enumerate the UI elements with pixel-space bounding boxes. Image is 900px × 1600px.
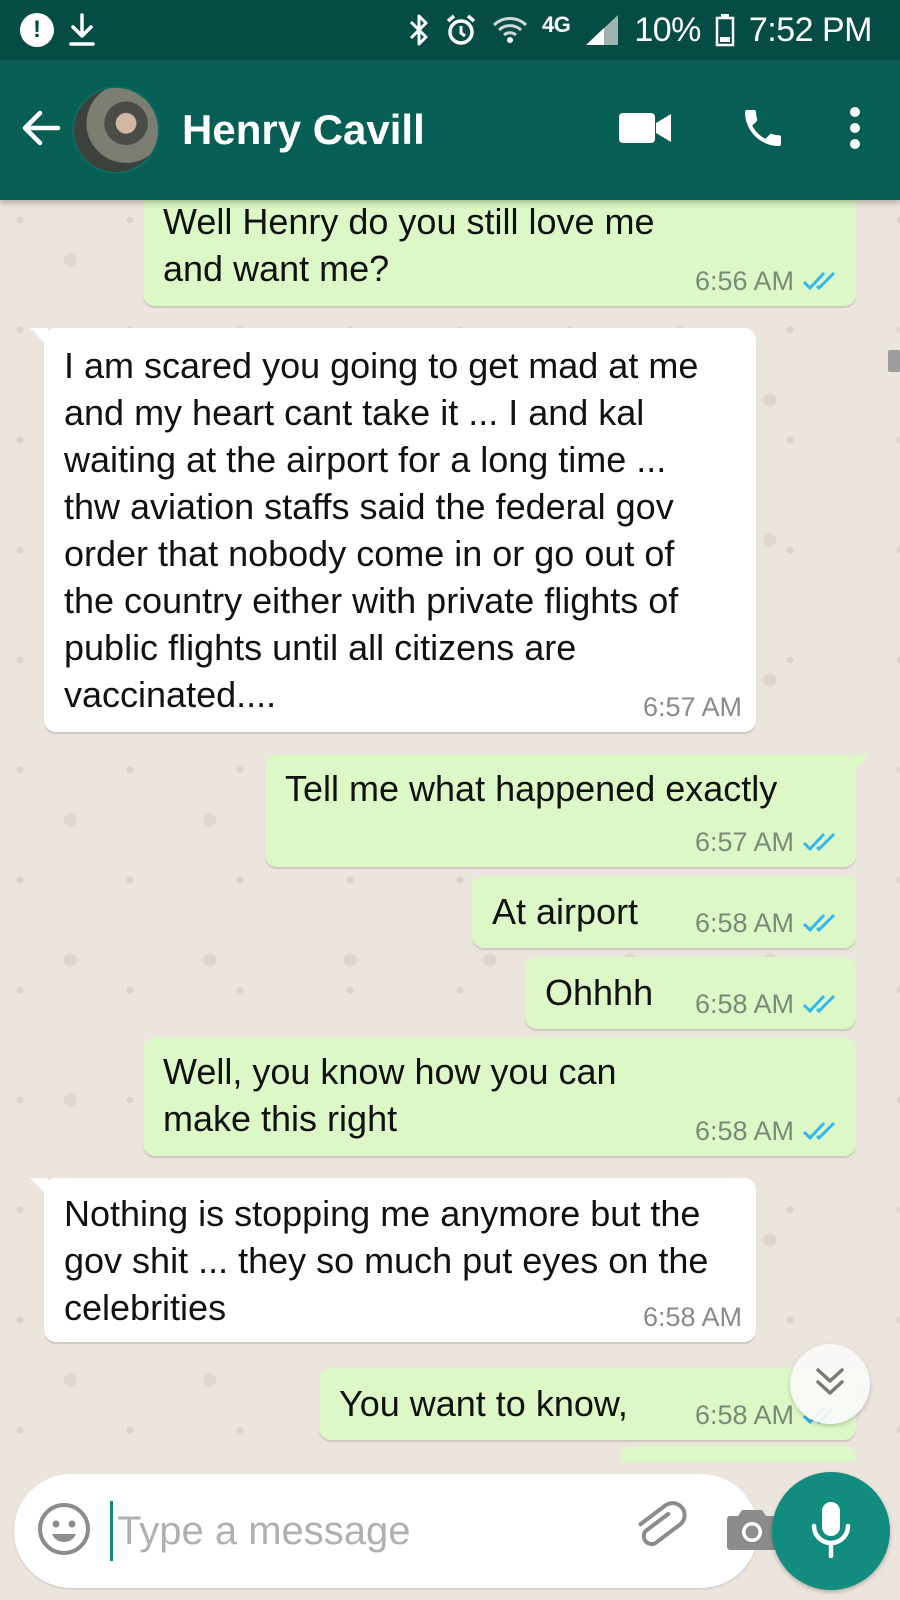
message-meta: 6:58 AM [643,1302,742,1332]
battery-percent: 10% [634,10,701,49]
scrollbar[interactable] [888,350,900,372]
bluetooth-icon [408,13,430,47]
back-arrow-icon [20,107,62,154]
message-time: 6:57 AM [694,827,794,857]
message-outgoing[interactable]: Well Henry do you still love me and want… [143,200,856,306]
message-meta: 6:58 AM [695,989,842,1019]
alarm-icon [444,13,478,47]
read-receipt-icon [802,269,842,293]
emoji-button[interactable] [36,1496,92,1566]
emoji-icon [36,1501,92,1562]
bubble-tail [852,755,870,773]
voice-call-button[interactable] [718,60,808,200]
message-incoming[interactable]: I am scared you going to get mad at me a… [30,328,756,732]
more-vert-icon [848,106,862,155]
battery-icon [715,13,735,47]
message-time: 6:58 AM [694,989,794,1019]
message-time: 6:58 AM [642,1302,742,1332]
message-text: I am scared you going to get mad at me a… [64,345,699,715]
mic-icon [809,1500,853,1563]
message-incoming[interactable]: Nothing is stopping me anymore but the g… [30,1178,756,1342]
message-time: 6:56 AM [694,266,794,296]
camera-icon [726,1506,778,1557]
chevron-double-down-icon [813,1365,847,1404]
message-meta: 6:58 AM [695,908,842,938]
message-time: 6:58 AM [694,908,794,938]
message-text: You want to know, [339,1383,628,1424]
network-type-label: 4G [541,12,571,37]
status-time: 7:52 PM [748,10,873,49]
message-meta: 6:57 AM [695,827,842,857]
wifi-icon [492,15,528,45]
message-meta: 6:57 AM [643,692,742,722]
signal-icon [584,13,620,47]
download-icon [68,13,96,47]
back-button[interactable] [2,60,80,200]
message-outgoing[interactable]: Well, you know how you can make this rig… [143,1038,856,1156]
message-time: 6:58 AM [694,1400,794,1430]
message-text: Well Henry do you still love me and want… [163,201,655,289]
message-text: Tell me what happened exactly [285,768,778,809]
message-outgoing[interactable]: You want to know, 6:58 AM [319,1368,870,1440]
camera-button[interactable] [726,1496,778,1566]
bubble-tail [30,1178,48,1196]
voice-record-button[interactable] [772,1472,890,1590]
attach-icon [632,1500,688,1562]
video-call-icon [618,110,672,151]
message-input[interactable] [110,1501,632,1561]
read-receipt-icon [802,830,842,854]
message-outgoing[interactable]: Ohhhh 6:58 AM [525,957,856,1029]
attach-button[interactable] [632,1496,688,1566]
message-text: Ohhhh [545,972,654,1013]
message-meta: 6:56 AM [695,266,842,296]
message-outgoing[interactable]: At airport 6:58 AM [472,876,856,948]
avatar[interactable] [72,86,160,174]
message-outgoing-partial[interactable] [620,1446,856,1462]
message-outgoing[interactable]: Tell me what happened exactly 6:57 AM [265,755,870,867]
status-bar-right: 4G 10% 7:52 PM [408,10,873,50]
status-bar-left: ! [20,13,96,47]
more-options-button[interactable] [820,60,890,200]
phone-icon [739,104,787,157]
scroll-to-bottom-button[interactable] [790,1344,870,1424]
bubble-tail [30,328,48,346]
message-composer [14,1474,777,1588]
contact-name[interactable]: Henry Cavill [182,106,600,154]
read-receipt-icon [802,911,842,935]
message-text: Nothing is stopping me anymore but the g… [64,1193,709,1328]
read-receipt-icon [802,992,842,1016]
chat-messages[interactable]: Well Henry do you still love me and want… [0,200,900,1462]
message-time: 6:58 AM [694,1116,794,1146]
video-call-button[interactable] [600,60,690,200]
chat-header: Henry Cavill [0,60,900,200]
status-bar: ! 4G 10% 7:52 PM [0,0,900,60]
message-time: 6:57 AM [642,692,742,722]
message-text: At airport [492,891,639,932]
message-meta: 6:58 AM [695,1116,842,1146]
read-receipt-icon [802,1119,842,1143]
message-text: Well, you know how you can make this rig… [163,1051,617,1139]
alert-icon: ! [20,13,54,47]
